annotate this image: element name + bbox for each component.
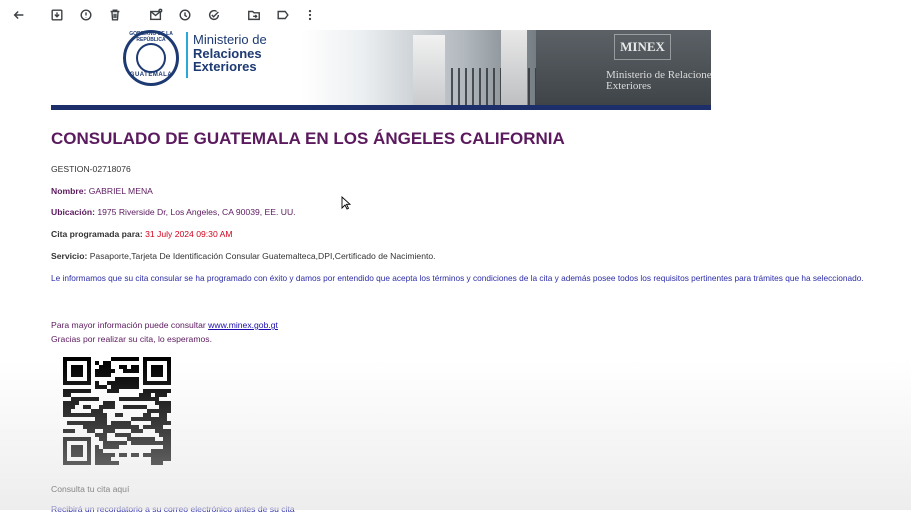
info-text: Le informamos que su cita consular se ha… — [51, 273, 864, 283]
pillar — [413, 35, 445, 106]
ubicacion-label: Ubicación: — [51, 207, 95, 217]
building-photo: MINEX Ministerio de Relaciones Exteriore… — [301, 30, 711, 106]
nombre-label: Nombre: — [51, 186, 87, 196]
label-icon[interactable] — [273, 5, 293, 25]
stone-wall: MINEX Ministerio de Relaciones Exteriore… — [536, 30, 711, 106]
servicio-value: Pasaporte,Tarjeta De Identificación Cons… — [89, 251, 436, 261]
archive-icon[interactable] — [47, 5, 67, 25]
ubicacion-value: 1975 Riverside Dr, Los Angeles, CA 90039… — [97, 207, 296, 217]
ubicacion-row: Ubicación: 1975 Riverside Dr, Los Angele… — [51, 207, 296, 217]
delete-icon[interactable] — [105, 5, 125, 25]
logo-divider — [186, 32, 188, 78]
email-title: CONSULADO DE GUATEMALA EN LOS ÁNGELES CA… — [51, 129, 565, 148]
ministry-line1: Ministerio de — [193, 32, 267, 47]
cita-value: 31 July 2024 09:30 AM — [145, 229, 233, 239]
minex-sign: MINEX — [614, 34, 671, 60]
nombre-value: GABRIEL MENA — [88, 186, 153, 196]
servicio-label: Servicio: — [51, 251, 88, 261]
servicio-row: Servicio: Pasaporte,Tarjeta De Identific… — [51, 251, 436, 261]
seal-bottom-text: GUATEMALA — [129, 72, 173, 78]
more-info-row: Para mayor información puede consultar w… — [51, 320, 278, 330]
gestion-number: GESTION-02718076 — [51, 164, 131, 174]
seal-top-text: GOBIERNO DE LA REPÚBLICA — [129, 31, 173, 43]
consulta-text: Consulta tu cita aquí — [51, 484, 130, 494]
cita-row: Cita programada para: 31 July 2024 09:30… — [51, 229, 233, 239]
minex-sign-sub: Ministerio de Relaciones Exteriores — [606, 69, 711, 92]
email-toolbar — [0, 0, 911, 30]
qr-code[interactable] — [63, 357, 171, 465]
snooze-icon[interactable] — [175, 5, 195, 25]
add-to-tasks-icon[interactable] — [204, 5, 224, 25]
more-vert-icon[interactable] — [300, 5, 320, 25]
ministry-line3: Exteriores — [193, 59, 257, 74]
report-spam-icon[interactable] — [76, 5, 96, 25]
pillar — [501, 30, 527, 106]
nombre-row: Nombre: GABRIEL MENA — [51, 186, 153, 196]
back-arrow-icon[interactable] — [9, 5, 29, 25]
cita-label: Cita programada para: — [51, 229, 143, 239]
thanks-text: Gracias por realizar su cita, lo esperam… — [51, 334, 212, 344]
move-to-icon[interactable] — [244, 5, 264, 25]
minex-link[interactable]: www.minex.gob.gt — [208, 320, 278, 330]
mouse-cursor-icon — [341, 196, 351, 210]
more-info-text: Para mayor información puede consultar — [51, 320, 206, 330]
mark-unread-icon[interactable] — [146, 5, 166, 25]
minex-banner: MINEX Ministerio de Relaciones Exteriore… — [51, 30, 711, 110]
fence — [451, 68, 541, 106]
banner-bar — [51, 105, 711, 110]
footer-text: Recibirá un recordatorio a su correo ele… — [51, 504, 295, 514]
